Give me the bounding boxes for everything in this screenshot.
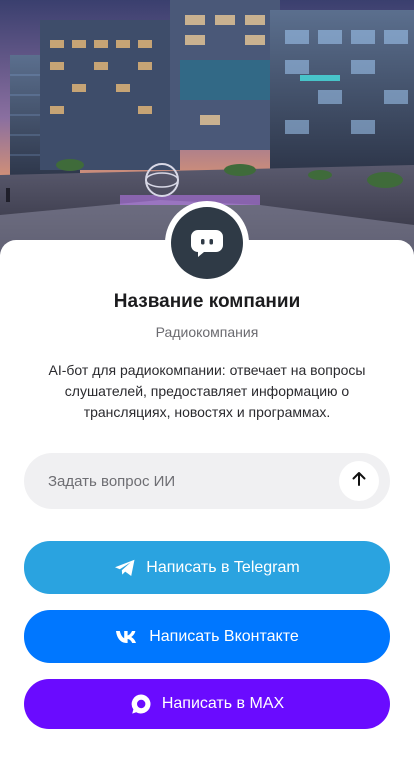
ask-ai-input[interactable]: [48, 453, 348, 509]
write-max-label: Написать в MAX: [161, 695, 285, 712]
max-icon: [130, 693, 152, 715]
page: Название компании Радиокомпания AI-бот д…: [0, 0, 414, 770]
write-telegram-button[interactable]: Написать в Telegram: [24, 541, 390, 594]
ask-ai-field: [24, 453, 390, 509]
send-button[interactable]: [339, 461, 379, 501]
write-vk-label: Написать Вконтакте: [149, 627, 299, 645]
write-vk-button[interactable]: Написать Вконтакте: [24, 610, 390, 663]
company-category: Радиокомпания: [155, 324, 259, 340]
telegram-icon: [114, 559, 136, 577]
chat-bot-icon: [171, 207, 243, 279]
company-description: AI-бот для радиокомпании: отвечает на во…: [48, 362, 366, 420]
write-telegram-label: Написать в Telegram: [146, 558, 300, 576]
write-max-button[interactable]: Написать в MAX: [24, 679, 390, 729]
arrow-up-icon: [351, 471, 367, 492]
company-name: Название компании: [113, 291, 301, 312]
company-avatar: [165, 201, 249, 285]
vk-icon: [115, 630, 139, 644]
